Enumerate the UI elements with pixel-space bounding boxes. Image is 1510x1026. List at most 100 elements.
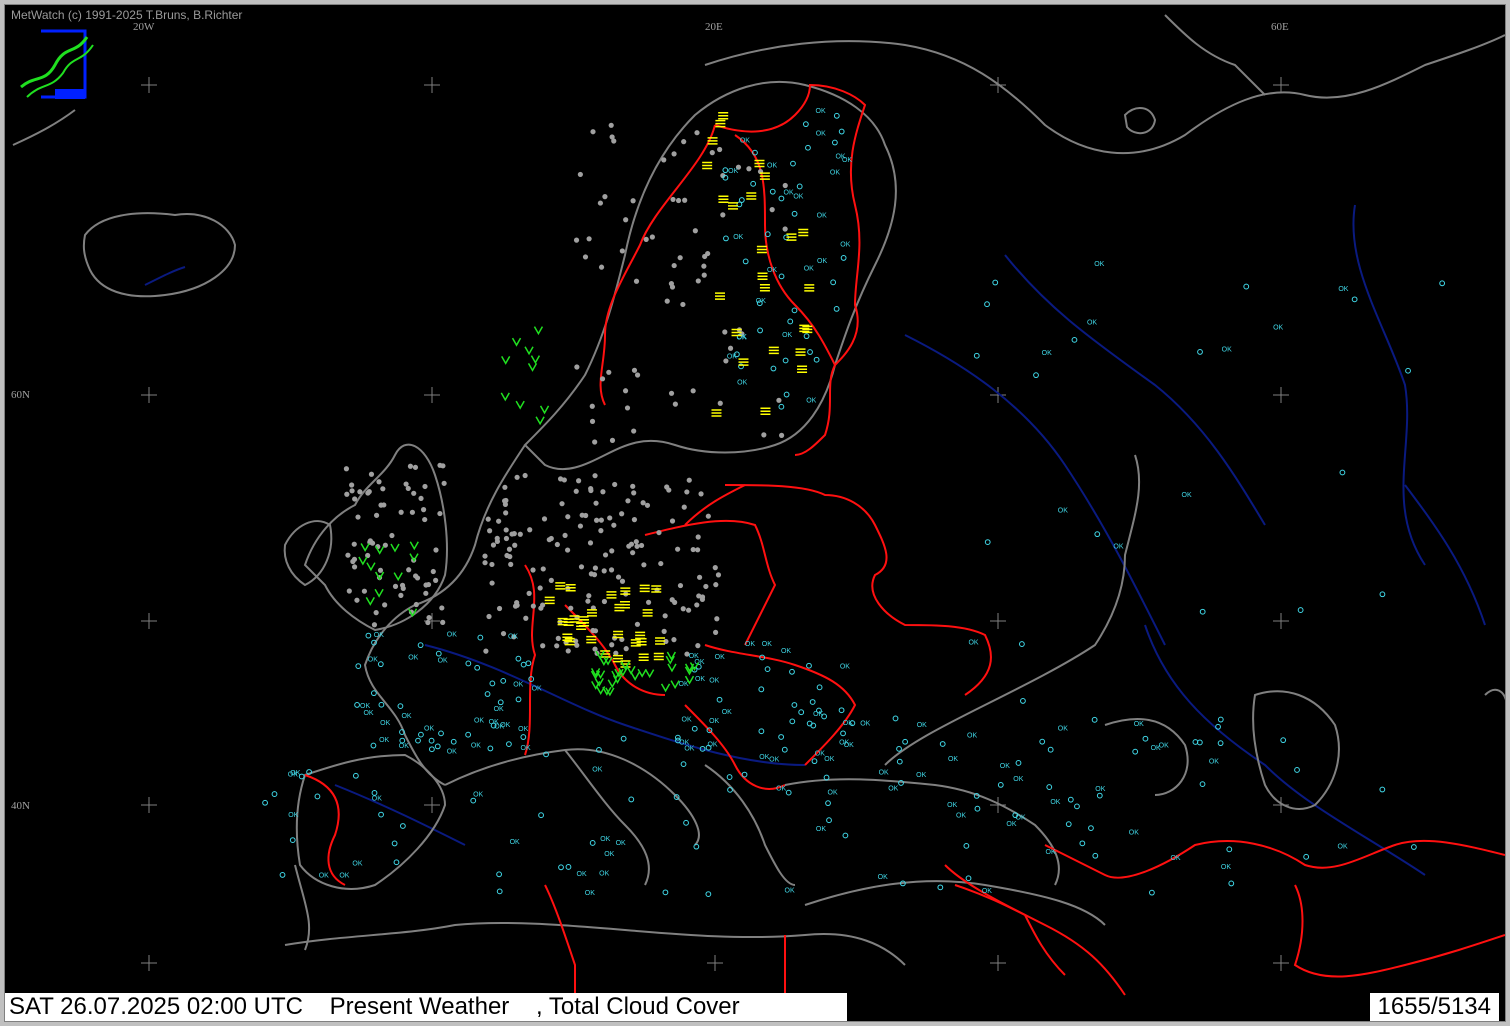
station-ok: OK bbox=[1058, 508, 1068, 515]
station-fog bbox=[655, 637, 666, 645]
station-cloudy bbox=[382, 602, 388, 608]
station-cloudy bbox=[349, 482, 355, 488]
station-cloudy bbox=[486, 613, 492, 620]
station-cloudy bbox=[622, 388, 629, 394]
station-cloudy bbox=[606, 369, 612, 375]
station-cloudy bbox=[573, 237, 580, 243]
station-cloudy bbox=[503, 527, 509, 533]
station-ok: OK bbox=[1095, 786, 1105, 793]
station-ok: OK bbox=[508, 634, 518, 641]
station-ok: OK bbox=[759, 754, 769, 761]
station-clear bbox=[558, 864, 564, 871]
station-cloudy bbox=[717, 146, 723, 153]
station-cloudy bbox=[698, 491, 704, 497]
station-clear bbox=[757, 327, 763, 334]
station-fog bbox=[728, 202, 739, 210]
station-ok: OK bbox=[599, 871, 609, 878]
station-ok: OK bbox=[1013, 776, 1023, 783]
station-ok: OK bbox=[813, 711, 823, 718]
station-clear bbox=[963, 842, 970, 849]
station-cloudy bbox=[615, 574, 622, 580]
station-cloudy bbox=[508, 561, 514, 567]
station-clear bbox=[789, 668, 795, 675]
station-ok: OK bbox=[604, 851, 614, 858]
station-rain bbox=[667, 663, 677, 673]
station-cloudy bbox=[681, 139, 687, 145]
station-cloudy bbox=[422, 516, 428, 523]
station-ok: OK bbox=[1113, 543, 1123, 550]
station-ok: OK bbox=[1273, 324, 1283, 331]
station-ok: OK bbox=[767, 267, 777, 274]
station-cloudy bbox=[494, 535, 500, 541]
station-rain bbox=[393, 572, 403, 582]
station-cloudy bbox=[512, 542, 518, 548]
station-fog bbox=[702, 161, 713, 170]
station-ok: OK bbox=[494, 706, 504, 713]
station-cloudy bbox=[420, 507, 427, 513]
station-fog bbox=[759, 284, 770, 292]
station-ok: OK bbox=[816, 131, 826, 138]
station-cloudy bbox=[712, 629, 719, 635]
copyright-credit: MetWatch (c) 1991-2025 T.Bruns, B.Richte… bbox=[11, 8, 243, 22]
station-cloudy bbox=[669, 597, 675, 603]
station-cloudy bbox=[631, 490, 637, 496]
station-rain bbox=[645, 669, 655, 679]
station-rain bbox=[626, 665, 636, 675]
station-cloudy bbox=[589, 403, 595, 409]
station-cloudy bbox=[630, 198, 636, 204]
station-clear bbox=[417, 642, 424, 649]
station-clear bbox=[1039, 738, 1046, 745]
station-clear bbox=[769, 188, 776, 195]
station-ok: OK bbox=[860, 720, 870, 727]
metwatch-logo-icon bbox=[20, 29, 94, 99]
station-clear bbox=[515, 655, 522, 662]
station-clear bbox=[393, 859, 400, 866]
station-cloudy bbox=[630, 483, 636, 489]
station-cloudy bbox=[352, 496, 358, 502]
station-ok: OK bbox=[401, 713, 411, 720]
station-clear bbox=[683, 819, 689, 826]
station-cloudy bbox=[587, 540, 594, 546]
station-ok: OK bbox=[689, 653, 699, 660]
station-ok: OK bbox=[793, 193, 803, 200]
station-clear bbox=[826, 817, 832, 824]
station-ok: OK bbox=[982, 888, 992, 895]
station-ok: OK bbox=[1000, 763, 1010, 770]
station-cloudy bbox=[433, 577, 439, 583]
station-cloudy bbox=[776, 397, 782, 403]
station-cloudy bbox=[598, 528, 604, 534]
station-cloudy bbox=[624, 405, 631, 411]
station-ok: OK bbox=[784, 189, 794, 196]
station-ok: OK bbox=[1182, 492, 1192, 499]
station-clear bbox=[1226, 846, 1233, 853]
station-ok: OK bbox=[600, 836, 610, 843]
station-cloudy bbox=[601, 598, 608, 605]
station-cloudy bbox=[588, 571, 594, 577]
station-ok: OK bbox=[816, 108, 826, 115]
station-rain bbox=[511, 337, 522, 347]
station-clear bbox=[1280, 737, 1287, 744]
weather-map[interactable]: OKOKOKOKOKOKOKOKOKOKOKOKOKOKOKOKOKOKOKOK… bbox=[5, 5, 1506, 1022]
station-cloudy bbox=[623, 646, 629, 652]
station-clear bbox=[783, 391, 790, 398]
station-cloudy bbox=[619, 511, 625, 517]
station-clear bbox=[428, 746, 435, 753]
grid-label-40n: 40N bbox=[11, 800, 30, 812]
station-cloudy bbox=[695, 643, 701, 649]
station-ok: OK bbox=[679, 740, 689, 747]
station-cloudy bbox=[588, 487, 594, 494]
station-cloudy bbox=[565, 547, 571, 553]
station-ok: OK bbox=[916, 772, 926, 779]
station-ok: OK bbox=[521, 745, 531, 752]
station-fog bbox=[639, 584, 650, 593]
station-clear bbox=[1410, 844, 1417, 850]
station-clear bbox=[474, 664, 481, 671]
station-rain bbox=[527, 363, 538, 372]
station-clear bbox=[1074, 803, 1080, 810]
station-ok: OK bbox=[878, 874, 888, 881]
station-cloudy bbox=[690, 546, 696, 553]
station-clear bbox=[984, 301, 990, 308]
grid-label-20w: 20W bbox=[133, 21, 155, 33]
station-cloudy bbox=[645, 599, 652, 605]
station-cloudy bbox=[677, 582, 684, 589]
